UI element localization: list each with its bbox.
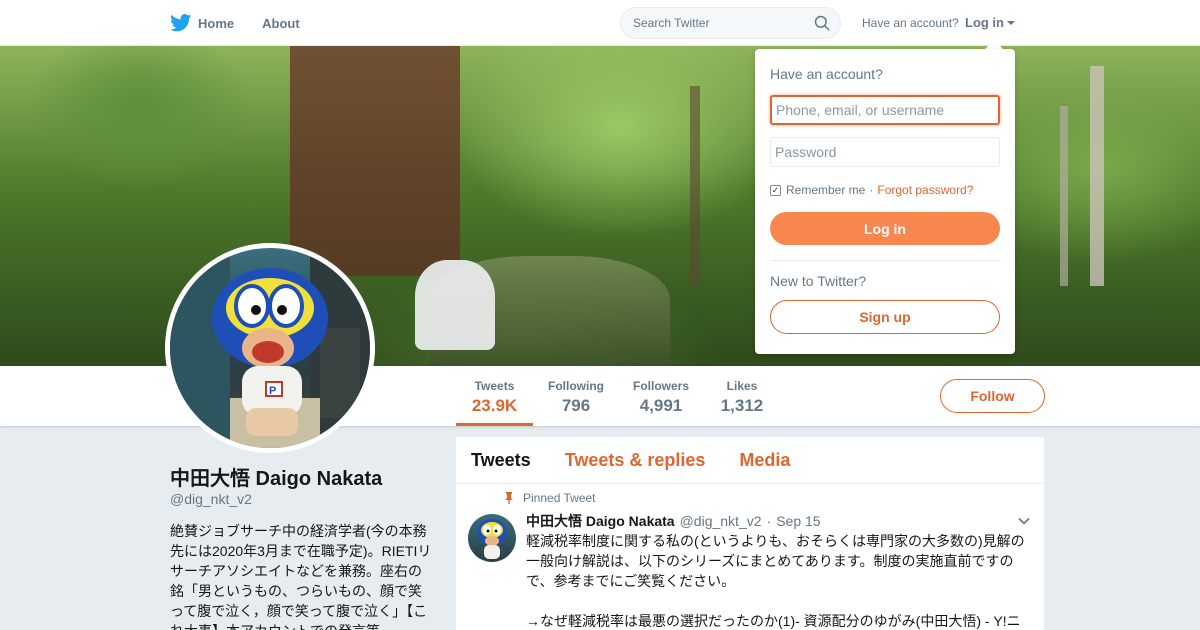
- profile-handle[interactable]: @dig_nkt_v2: [170, 491, 252, 507]
- follow-button[interactable]: Follow: [940, 379, 1045, 413]
- tab-tweets[interactable]: Tweets: [471, 450, 531, 471]
- search-icon[interactable]: [814, 15, 830, 31]
- banner-boat: [415, 260, 495, 350]
- banner-tree-trunk: [1060, 106, 1068, 286]
- separator-dot: ·: [869, 183, 874, 197]
- nav-about-link[interactable]: About: [262, 0, 300, 46]
- new-to-twitter-text: New to Twitter?: [770, 273, 867, 289]
- svg-text:P: P: [269, 385, 276, 397]
- tab-tweets-replies[interactable]: Tweets & replies: [565, 450, 706, 471]
- tweet-text: 軽減税率制度に関する私の(というよりも、おそらくは専門家の大多数の)見解の一般向…: [526, 533, 1025, 629]
- dropdown-arrow: [985, 40, 1003, 49]
- username-input[interactable]: [770, 95, 1000, 125]
- banner-brick-wall: [290, 46, 460, 276]
- nav-left: Home About: [170, 0, 328, 46]
- caret-down-icon: [1007, 20, 1015, 25]
- tweet-dot: ·: [766, 513, 772, 529]
- stat-followers[interactable]: Followers 4,991: [631, 379, 691, 416]
- tweet-author-name[interactable]: 中田大悟 Daigo Nakata: [526, 511, 675, 531]
- pin-icon: [505, 492, 513, 504]
- timeline: Tweets Tweets & replies Media Pinned Twe…: [456, 437, 1044, 630]
- tweet-date[interactable]: Sep 15: [776, 513, 820, 529]
- search-box: [620, 7, 841, 39]
- profile-avatar[interactable]: P: [165, 243, 375, 453]
- profile-name[interactable]: 中田大悟 Daigo Nakata: [170, 462, 382, 491]
- remember-me-label[interactable]: Remember me: [786, 183, 865, 197]
- pinned-label: Pinned Tweet: [523, 491, 596, 505]
- figurine-thumbnail: [477, 519, 507, 559]
- avatar-image: P: [170, 248, 370, 448]
- stat-label: Following: [548, 379, 604, 393]
- tweet-header: 中田大悟 Daigo Nakata @dig_nkt_v2 · Sep 15: [526, 511, 821, 531]
- banner-tree-trunk: [1090, 66, 1104, 286]
- stat-value: 796: [561, 396, 591, 415]
- tweet-avatar[interactable]: [468, 514, 516, 562]
- forgot-password-link[interactable]: Forgot password?: [877, 183, 973, 197]
- remember-row: ✓ Remember me · Forgot password?: [770, 183, 973, 197]
- stat-likes[interactable]: Likes 1,312: [716, 379, 768, 416]
- stat-label: Likes: [726, 379, 758, 393]
- login-link-label: Log in: [965, 15, 1004, 30]
- stat-following[interactable]: Following 796: [546, 379, 606, 416]
- have-account-text: Have an account?: [862, 16, 959, 30]
- profile-bio: 絶賛ジョブサーチ中の経済学者(今の本務先には2020年3月まで在職予定)。RIE…: [170, 523, 432, 630]
- timeline-tabs: Tweets Tweets & replies Media: [456, 437, 1044, 484]
- stat-label: Tweets: [474, 379, 515, 393]
- banner-tree-trunk: [690, 86, 700, 286]
- password-input[interactable]: [770, 137, 1000, 167]
- stat-value: 23.9K: [471, 396, 518, 415]
- login-dropdown: Have an account? ✓ Remember me · Forgot …: [755, 49, 1015, 354]
- stat-value: 1,312: [720, 396, 764, 415]
- chevron-down-icon[interactable]: [1018, 515, 1030, 527]
- login-dropdown-title: Have an account?: [770, 66, 883, 82]
- search-input[interactable]: [621, 8, 801, 38]
- figurine-illustration: P: [170, 248, 370, 448]
- tab-media[interactable]: Media: [739, 450, 790, 471]
- stat-tweets[interactable]: Tweets 23.9K: [456, 379, 533, 426]
- signup-button[interactable]: Sign up: [770, 300, 1000, 334]
- divider: [770, 260, 1000, 261]
- pinned-indicator: Pinned Tweet: [504, 491, 596, 505]
- top-navbar: Home About Have an account? Log in: [0, 0, 1200, 46]
- twitter-bird-icon[interactable]: [170, 14, 192, 32]
- stat-label: Followers: [632, 379, 689, 393]
- stat-value: 4,991: [639, 396, 683, 415]
- tweet-author-handle[interactable]: @dig_nkt_v2: [680, 513, 762, 529]
- login-button[interactable]: Log in: [770, 212, 1000, 245]
- remember-me-checkbox[interactable]: ✓: [770, 184, 781, 196]
- nav-home-link[interactable]: Home: [198, 0, 234, 46]
- login-dropdown-toggle[interactable]: Log in: [965, 15, 1015, 30]
